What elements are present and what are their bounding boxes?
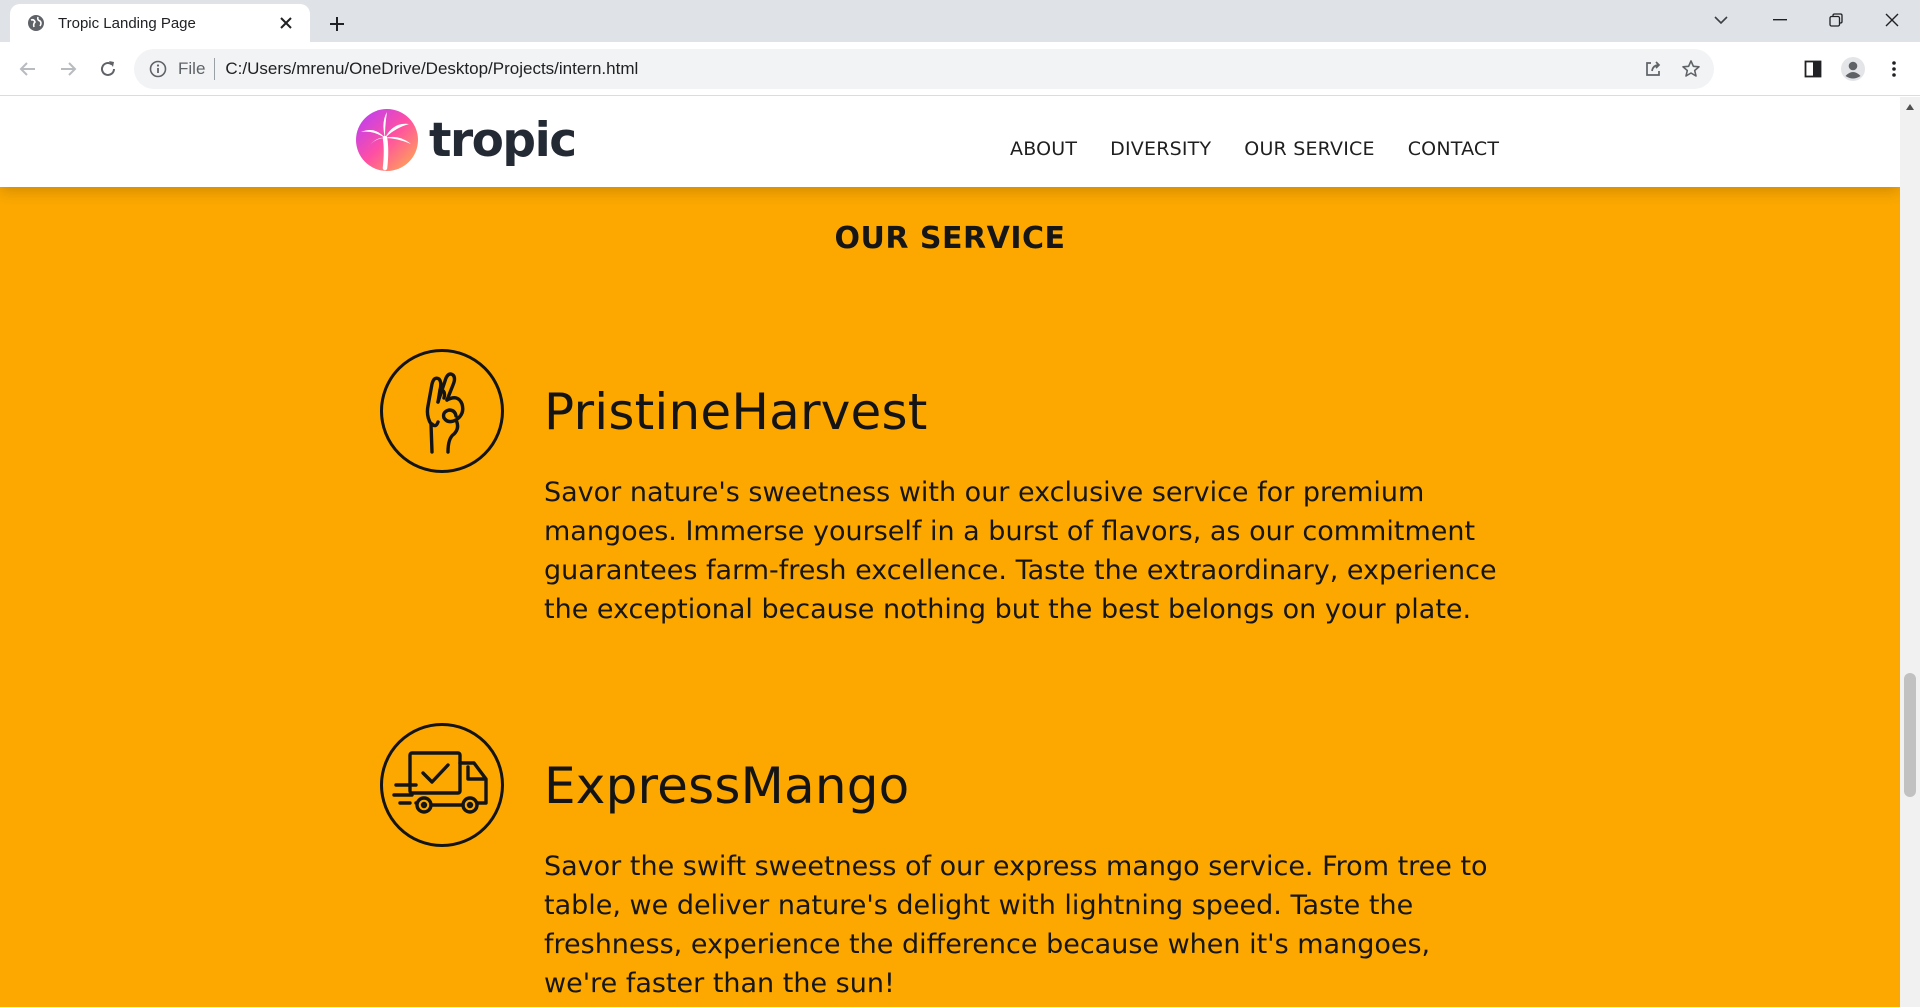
tab-title: Tropic Landing Page (58, 14, 196, 32)
reload-icon[interactable] (92, 53, 124, 85)
service-description: Savor the swift sweetness of our express… (544, 851, 1488, 999)
window-controls (1698, 0, 1920, 42)
bookmark-star-icon[interactable] (1676, 54, 1706, 84)
back-arrow-icon[interactable] (12, 53, 44, 85)
page-viewport: tropic ABOUT DIVERSITY OUR SERVICE CONTA… (0, 97, 1900, 1007)
nav-link-contact[interactable]: CONTACT (1408, 138, 1500, 160)
page-scrollbar[interactable] (1900, 97, 1920, 1007)
restore-icon[interactable] (1808, 0, 1864, 40)
tab-search-chevron-icon[interactable] (1698, 0, 1744, 40)
nav-link-our-service[interactable]: OUR SERVICE (1244, 138, 1374, 160)
globe-icon (26, 13, 46, 33)
address-bar[interactable]: File C:/Users/mrenu/OneDrive/Desktop/Pro… (134, 49, 1714, 89)
minimize-icon[interactable] (1752, 0, 1808, 40)
nav-link-diversity[interactable]: DIVERSITY (1110, 138, 1211, 160)
site-header: tropic ABOUT DIVERSITY OUR SERVICE CONTA… (0, 97, 1900, 187)
forward-arrow-icon[interactable] (52, 53, 84, 85)
close-tab-icon[interactable] (274, 11, 298, 35)
browser-toolbar: File C:/Users/mrenu/OneDrive/Desktop/Pro… (0, 42, 1920, 96)
address-scheme: File (178, 59, 206, 78)
site-logo[interactable]: tropic (355, 108, 577, 172)
service-name: PristineHarvest (544, 383, 928, 441)
address-url[interactable]: C:/Users/mrenu/OneDrive/Desktop/Projects… (225, 59, 1638, 79)
scrollbar-thumb[interactable] (1904, 673, 1916, 797)
delivery-truck-icon (380, 723, 504, 847)
site-info-icon[interactable] (146, 57, 170, 81)
nav-link-about[interactable]: ABOUT (1010, 138, 1077, 160)
scroll-up-arrow-icon[interactable] (1900, 97, 1920, 117)
service-name: ExpressMango (544, 757, 910, 815)
browser-menu-icon[interactable] (1878, 53, 1910, 85)
profile-avatar-icon[interactable] (1837, 53, 1869, 85)
browser-tab[interactable]: Tropic Landing Page (10, 4, 310, 42)
ok-hand-icon (380, 349, 504, 473)
new-tab-button[interactable] (322, 9, 352, 39)
close-window-icon[interactable] (1864, 0, 1920, 40)
side-panel-icon[interactable] (1797, 53, 1829, 85)
browser-tab-strip: Tropic Landing Page (0, 0, 1920, 42)
service-description: Savor nature's sweetness with our exclus… (544, 477, 1497, 625)
share-icon[interactable] (1638, 54, 1668, 84)
main-nav: ABOUT DIVERSITY OUR SERVICE CONTACT (1010, 138, 1532, 160)
section-title: OUR SERVICE (834, 221, 1066, 256)
address-separator (214, 58, 216, 80)
palm-tree-logo-icon (356, 109, 418, 171)
logo-wordmark: tropic (429, 112, 577, 168)
